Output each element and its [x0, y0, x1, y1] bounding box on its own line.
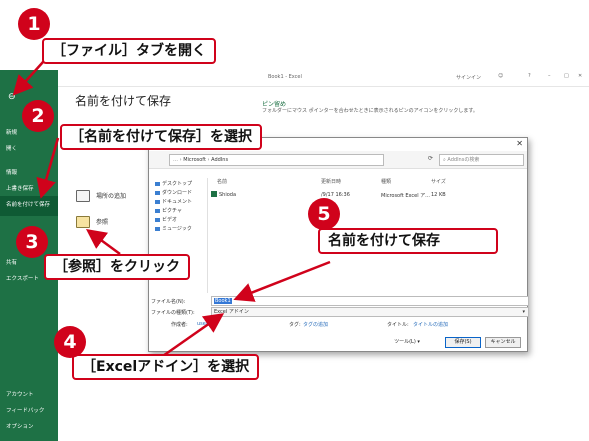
step-number-4: 4: [54, 326, 86, 358]
callout-1: ［ファイル］タブを開く: [42, 38, 216, 64]
step-number-5: 5: [308, 198, 340, 230]
arrow-3: [85, 229, 121, 256]
step-number-1: 1: [18, 8, 50, 40]
step-number-3: 3: [16, 226, 48, 258]
callout-2: ［名前を付けて保存］を選択: [60, 124, 262, 150]
callout-3: ［参照］をクリック: [44, 254, 190, 280]
step-number-2: 2: [22, 100, 54, 132]
callout-5: 名前を付けて保存: [318, 228, 498, 254]
arrow-2: [36, 137, 60, 199]
arrow-5: [233, 260, 331, 302]
arrow-4: [159, 313, 225, 360]
callout-4: ［Excelアドイン］を選択: [72, 354, 260, 380]
